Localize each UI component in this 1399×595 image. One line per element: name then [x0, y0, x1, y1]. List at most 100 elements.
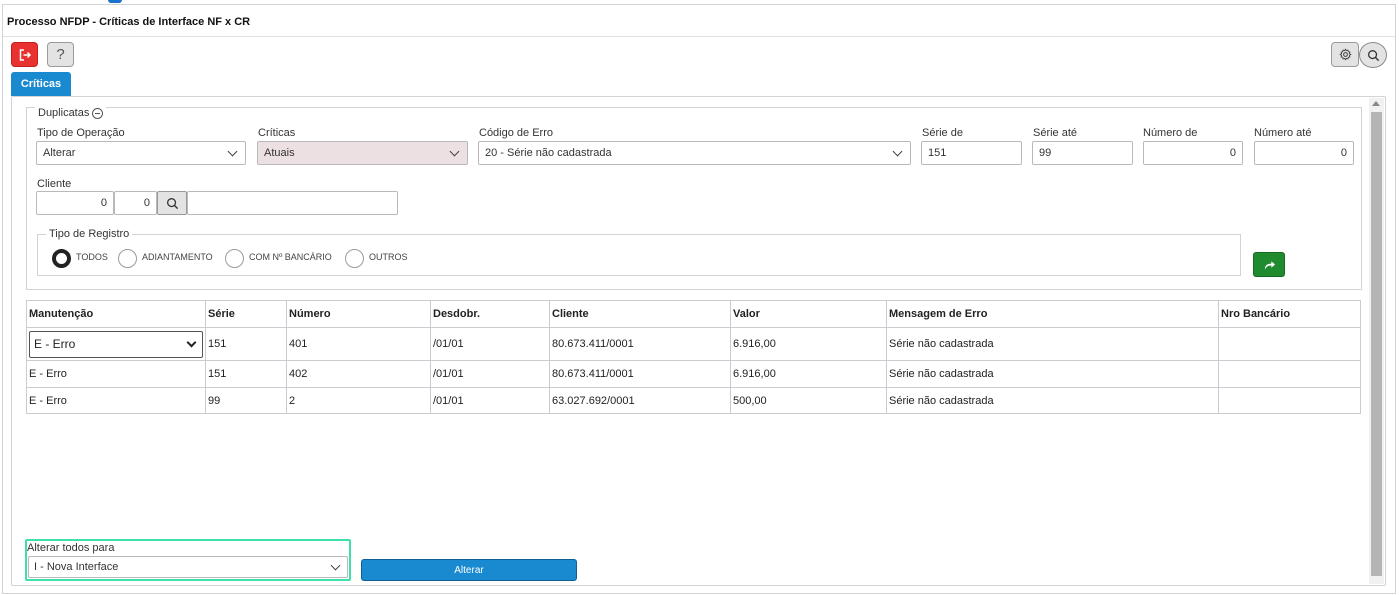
global-search-button[interactable] — [1359, 42, 1387, 68]
alterar-button[interactable]: Alterar — [361, 559, 577, 581]
numero-de-value: 0 — [1229, 147, 1236, 159]
table-row[interactable]: E - Erro 99 2 /01/01 63.027.692/0001 500… — [26, 387, 1361, 414]
cell-numero: 401 — [286, 327, 431, 361]
cell-manutencao[interactable]: E - Erro — [26, 327, 206, 361]
scroll-up-icon[interactable] — [1372, 101, 1380, 106]
radio-com-no-bancario[interactable]: COM Nº BANCÁRIO — [225, 249, 332, 268]
tab-label: Críticas — [20, 78, 62, 90]
cliente-code2-input[interactable]: 0 — [114, 191, 157, 215]
table-row[interactable]: E - Erro 151 401 /01/01 80.673.411/0001 … — [26, 327, 1361, 361]
tipo-registro-fieldset — [37, 234, 1241, 276]
exit-icon — [19, 48, 31, 61]
criticas-select[interactable]: Atuais — [257, 141, 468, 165]
search-icon — [1367, 49, 1379, 61]
chevron-down-icon — [449, 146, 460, 156]
vertical-scrollbar[interactable] — [1369, 98, 1384, 584]
cliente-lookup-button[interactable] — [157, 191, 187, 215]
manutencao-select[interactable]: E - Erro — [29, 330, 203, 358]
table-row[interactable]: E - Erro 151 402 /01/01 80.673.411/0001 … — [26, 360, 1361, 388]
cliente-label: Cliente — [37, 178, 72, 190]
duplicatas-legend[interactable]: Duplicatas — [35, 107, 107, 119]
col-numero[interactable]: Número — [286, 300, 431, 328]
window-title: Processo NFDP - Críticas de Interface NF… — [3, 5, 1395, 37]
radio-unchecked-icon[interactable] — [118, 249, 137, 268]
numero-ate-input[interactable]: 0 — [1254, 141, 1354, 165]
alterar-todos-select[interactable]: I - Nova Interface — [28, 556, 348, 578]
numero-de-input[interactable]: 0 — [1143, 141, 1243, 165]
tipo-operacao-value: Alterar — [43, 147, 76, 159]
col-serie[interactable]: Série — [205, 300, 287, 328]
scroll-thumb[interactable] — [1371, 112, 1382, 576]
col-manutencao[interactable]: Manutenção — [26, 300, 206, 328]
cell-numero: 402 — [286, 360, 431, 388]
col-cliente[interactable]: Cliente — [549, 300, 731, 328]
cell-mensagem-erro: Série não cadastrada — [886, 360, 1219, 388]
apply-filter-button[interactable] — [1253, 252, 1285, 277]
help-button[interactable]: ? — [47, 42, 74, 67]
tab-criticas[interactable]: Críticas — [11, 72, 71, 96]
radio-com-no-bancario-label: COM Nº BANCÁRIO — [249, 251, 332, 262]
cell-numero: 2 — [286, 387, 431, 414]
cell-cliente: 80.673.411/0001 — [549, 360, 731, 388]
cell-mensagem-erro: Série não cadastrada — [886, 387, 1219, 414]
col-nro-bancario[interactable]: Nro Bancário — [1218, 300, 1361, 328]
alterar-todos-label: Alterar todos para — [27, 542, 115, 554]
criticas-value: Atuais — [264, 147, 295, 159]
radio-unchecked-icon[interactable] — [225, 249, 244, 268]
alterar-todos-value: I - Nova Interface — [34, 561, 119, 573]
chevron-down-icon — [330, 560, 341, 570]
col-valor[interactable]: Valor — [730, 300, 887, 328]
cell-serie: 99 — [205, 387, 287, 414]
cell-desdobr: /01/01 — [430, 360, 550, 388]
col-desdobr[interactable]: Desdobr. — [430, 300, 550, 328]
numero-ate-value: 0 — [1340, 147, 1347, 159]
codigo-erro-value: 20 - Série não cadastrada — [485, 147, 612, 159]
cell-serie: 151 — [205, 327, 287, 361]
radio-outros[interactable]: OUTROS — [345, 249, 408, 268]
serie-de-input[interactable]: 151 — [921, 141, 1022, 165]
cell-desdobr: /01/01 — [430, 387, 550, 414]
cliente-code2-value: 0 — [143, 197, 150, 209]
cell-nro-bancario — [1218, 327, 1361, 361]
serie-ate-input[interactable]: 99 — [1032, 141, 1133, 165]
numero-ate-label: Número até — [1254, 127, 1312, 139]
duplicatas-legend-label: Duplicatas — [38, 107, 90, 119]
cliente-name-input[interactable] — [187, 191, 398, 215]
chevron-down-icon — [227, 146, 238, 156]
criticas-table: Manutenção Série Número Desdobr. Cliente… — [26, 300, 1361, 414]
search-icon — [166, 197, 178, 209]
share-arrow-icon — [1264, 260, 1275, 270]
collapse-icon[interactable] — [92, 107, 104, 119]
numero-de-label: Número de — [1143, 127, 1198, 139]
cell-valor: 6.916,00 — [730, 360, 887, 388]
radio-todos-label: TODOS — [76, 251, 108, 262]
cliente-code1-input[interactable]: 0 — [36, 191, 114, 215]
codigo-erro-select[interactable]: 20 - Série não cadastrada — [478, 141, 911, 165]
radio-outros-label: OUTROS — [369, 251, 408, 262]
radio-adiantamento[interactable]: ADIANTAMENTO — [118, 249, 213, 268]
col-mensagem-erro[interactable]: Mensagem de Erro — [886, 300, 1219, 328]
radio-adiantamento-label: ADIANTAMENTO — [142, 251, 213, 262]
codigo-erro-label: Código de Erro — [479, 127, 553, 139]
manutencao-value: E - Erro — [34, 337, 76, 351]
radio-checked-icon[interactable] — [52, 249, 71, 268]
exit-button[interactable] — [11, 42, 38, 67]
cell-desdobr: /01/01 — [430, 327, 550, 361]
radio-unchecked-icon[interactable] — [345, 249, 364, 268]
table-header-row: Manutenção Série Número Desdobr. Cliente… — [26, 300, 1361, 328]
cell-nro-bancario — [1218, 387, 1361, 414]
cell-cliente: 63.027.692/0001 — [549, 387, 731, 414]
chevron-down-icon — [892, 146, 903, 156]
cell-valor: 500,00 — [730, 387, 887, 414]
cell-valor: 6.916,00 — [730, 327, 887, 361]
top-accent-bar — [108, 0, 122, 3]
tipo-operacao-select[interactable]: Alterar — [36, 141, 246, 165]
settings-button[interactable] — [1331, 42, 1359, 67]
help-icon: ? — [56, 46, 65, 63]
cell-manutencao[interactable]: E - Erro — [26, 387, 206, 414]
serie-ate-value: 99 — [1039, 147, 1052, 159]
radio-todos[interactable]: TODOS — [52, 249, 108, 268]
cell-manutencao[interactable]: E - Erro — [26, 360, 206, 388]
serie-ate-label: Série até — [1033, 127, 1078, 139]
cell-cliente: 80.673.411/0001 — [549, 327, 731, 361]
